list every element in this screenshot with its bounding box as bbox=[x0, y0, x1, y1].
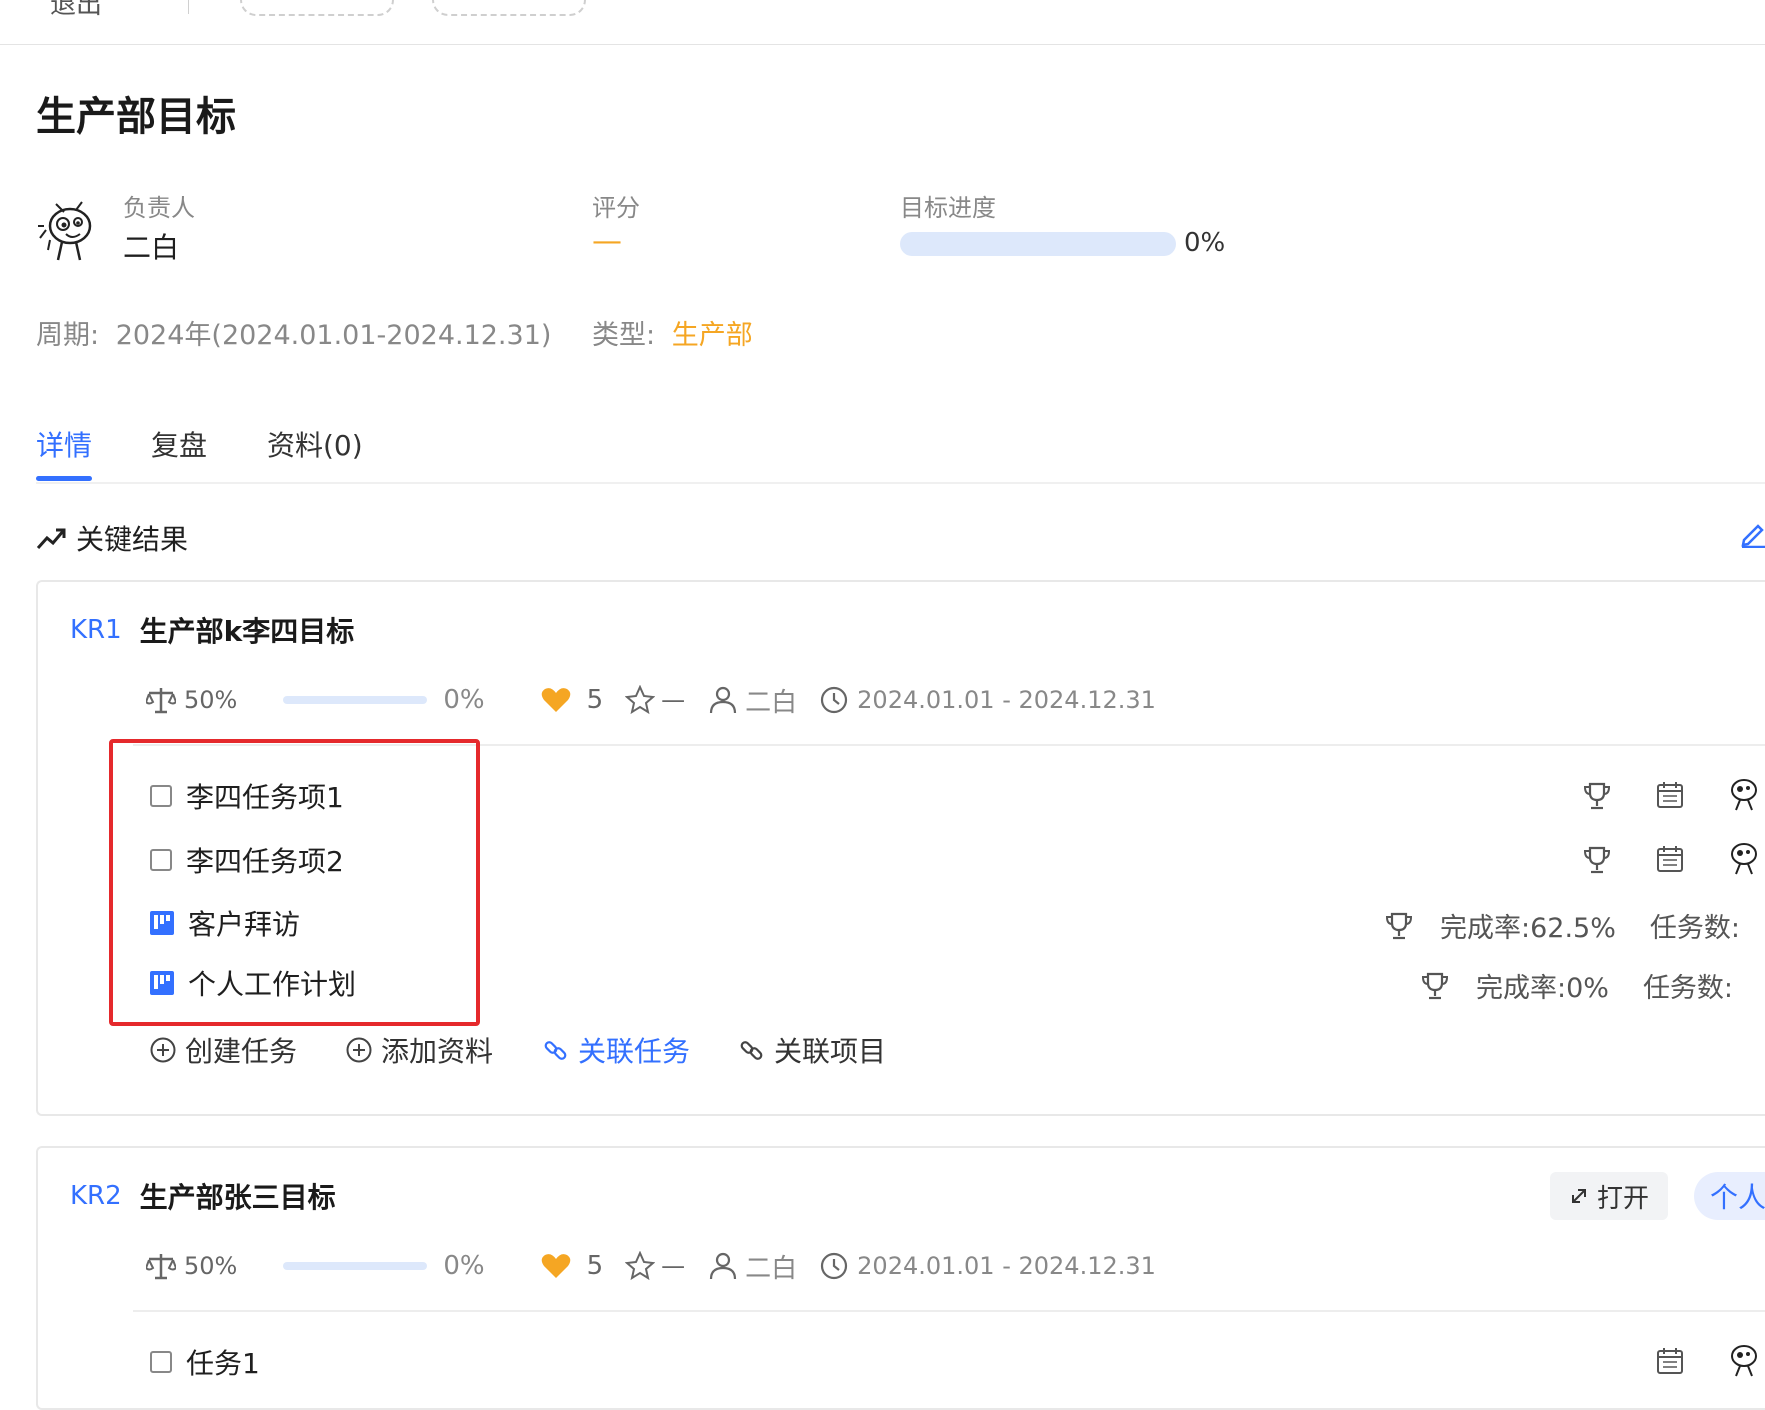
section-title: 关键结果 bbox=[76, 523, 189, 556]
period-value: 2024年(2024.01.01-2024.12.31) bbox=[115, 320, 552, 351]
trophy-icon[interactable] bbox=[1582, 845, 1612, 875]
avatar-icon bbox=[38, 201, 92, 261]
add-material-button[interactable]: 添加资料 bbox=[345, 1030, 493, 1070]
kr2-owner: 二白 bbox=[745, 1253, 798, 1284]
kr1-meta-row: 50% 0% 5 — 二白 2024.01.01 - 2024.12.31 bbox=[146, 680, 1156, 720]
clock-icon bbox=[821, 686, 848, 714]
link-icon bbox=[740, 1041, 763, 1060]
trophy-icon bbox=[1421, 972, 1449, 999]
link-project-label: 关联项目 bbox=[774, 1035, 887, 1068]
task-count: 任务数: bbox=[1642, 973, 1734, 1004]
edit-icon[interactable] bbox=[1740, 520, 1765, 548]
goal-progress-label: 目标进度 bbox=[900, 194, 996, 222]
type-label: 类型: bbox=[592, 320, 656, 351]
tab-materials[interactable]: 资料(0) bbox=[267, 424, 363, 464]
type-badge-label: 个人 bbox=[1710, 1181, 1765, 1214]
assignee-avatar-icon[interactable] bbox=[1726, 1342, 1762, 1378]
kr2-title[interactable]: 生产部张三目标 bbox=[140, 1176, 336, 1216]
task-count: 任务数: bbox=[1649, 913, 1740, 944]
tab-details[interactable]: 详情 bbox=[36, 424, 92, 464]
kr1-date-range: 2024.01.01 - 2024.12.31 bbox=[857, 686, 1156, 714]
task-item[interactable]: 任务1 bbox=[150, 1342, 260, 1382]
assignee-avatar-icon[interactable] bbox=[1726, 840, 1762, 876]
plus-circle-icon bbox=[346, 1037, 372, 1063]
kr2-tag: KR2 bbox=[70, 1181, 122, 1211]
goal-progress-bar bbox=[900, 232, 1176, 256]
kr2-divider bbox=[133, 1310, 1765, 1312]
heart-icon bbox=[541, 1254, 570, 1278]
project-stat-row: 完成率:0% 任务数: bbox=[1420, 966, 1733, 1005]
task-label: 任务1 bbox=[186, 1347, 260, 1380]
tab-review[interactable]: 复盘 bbox=[151, 424, 207, 464]
owner-name: 二白 bbox=[123, 231, 180, 264]
calendar-icon[interactable] bbox=[1655, 1346, 1685, 1376]
toolbar-button-2[interactable] bbox=[432, 0, 586, 16]
back-label: 退出 bbox=[50, 0, 103, 20]
kr1-weight: 50% bbox=[184, 686, 238, 714]
type-value: 生产部 bbox=[671, 320, 753, 351]
kr1-header: KR1 生产部k李四目标 bbox=[70, 610, 354, 650]
completion-rate: 完成率:0% bbox=[1476, 973, 1609, 1004]
trophy-icon[interactable] bbox=[1582, 781, 1612, 811]
star-icon bbox=[625, 685, 656, 715]
calendar-icon[interactable] bbox=[1655, 780, 1685, 810]
type-badge: 个人 bbox=[1694, 1172, 1765, 1220]
add-material-label: 添加资料 bbox=[381, 1035, 494, 1068]
highlight-box bbox=[109, 739, 480, 1026]
kr2-likes: 5 bbox=[586, 1251, 604, 1281]
page-title: 生产部目标 bbox=[36, 94, 236, 140]
assignee-avatar-icon[interactable] bbox=[1726, 776, 1762, 812]
tab-divider bbox=[36, 482, 1765, 484]
toolbar-button-1[interactable] bbox=[240, 0, 394, 16]
period-label: 周期: bbox=[36, 320, 100, 351]
back-button[interactable]: 退出 bbox=[50, 0, 102, 21]
kr2-date-range: 2024.01.01 - 2024.12.31 bbox=[857, 1252, 1156, 1280]
kr2-header: KR2 生产部张三目标 bbox=[70, 1176, 336, 1216]
kr1-title[interactable]: 生产部k李四目标 bbox=[140, 610, 355, 650]
top-bar: 退出 bbox=[0, 0, 1765, 45]
plus-circle-icon bbox=[150, 1037, 176, 1063]
section-header: 关键结果 bbox=[36, 518, 188, 558]
goal-progress-value: 0% bbox=[1184, 228, 1226, 258]
kr2-meta-row: 50% 0% 5 — 二白 2024.01.01 - 2024.12.31 bbox=[146, 1246, 1156, 1286]
link-icon bbox=[544, 1041, 567, 1060]
kr2-star-value: — bbox=[661, 1252, 686, 1280]
kr1-owner: 二白 bbox=[745, 687, 798, 718]
project-stat-row: 完成率:62.5% 任务数: bbox=[1384, 906, 1740, 945]
trophy-icon bbox=[1385, 912, 1413, 939]
link-project-button[interactable]: 关联项目 bbox=[738, 1030, 886, 1070]
person-icon bbox=[710, 1252, 737, 1280]
toolbar-divider bbox=[188, 0, 189, 14]
owner-avatar bbox=[36, 200, 100, 264]
completion-rate: 完成率:62.5% bbox=[1440, 913, 1616, 944]
create-task-button[interactable]: 创建任务 bbox=[149, 1030, 297, 1070]
kr1-progress-value: 0% bbox=[443, 685, 485, 715]
owner-label: 负责人 bbox=[123, 194, 195, 222]
scale-icon bbox=[146, 688, 176, 714]
person-icon bbox=[710, 686, 737, 714]
open-button[interactable]: 打开 bbox=[1550, 1172, 1668, 1220]
trend-up-icon bbox=[36, 528, 66, 550]
link-task-label: 关联任务 bbox=[578, 1035, 691, 1068]
kr2-weight: 50% bbox=[184, 1252, 238, 1280]
create-task-label: 创建任务 bbox=[185, 1035, 298, 1068]
score-label: 评分 bbox=[592, 194, 640, 222]
kr1-star-value: — bbox=[661, 686, 686, 714]
tab-active-indicator bbox=[36, 476, 92, 481]
score-value: — bbox=[592, 224, 622, 259]
kr2-progress-bar bbox=[283, 1262, 428, 1270]
task-checkbox[interactable] bbox=[150, 1351, 172, 1373]
scale-icon bbox=[146, 1254, 176, 1280]
calendar-icon[interactable] bbox=[1655, 844, 1685, 874]
open-label: 打开 bbox=[1596, 1183, 1649, 1214]
link-task-button[interactable]: 关联任务 bbox=[542, 1030, 690, 1070]
star-icon bbox=[625, 1251, 656, 1281]
heart-icon bbox=[541, 688, 570, 712]
expand-icon bbox=[1571, 1189, 1586, 1203]
kr1-tag: KR1 bbox=[70, 615, 122, 645]
kr1-likes: 5 bbox=[586, 685, 604, 715]
kr1-progress-bar bbox=[283, 696, 428, 704]
clock-icon bbox=[821, 1252, 848, 1280]
kr2-progress-value: 0% bbox=[443, 1251, 485, 1281]
